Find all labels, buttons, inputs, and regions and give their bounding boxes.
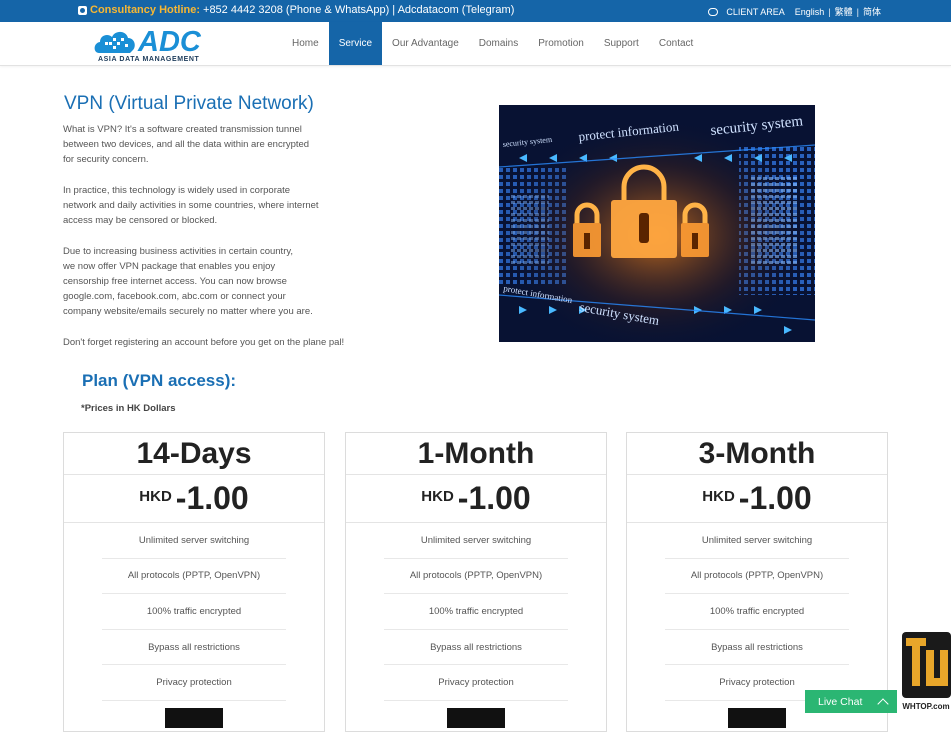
- intro-paragraph: Due to increasing business activities in…: [63, 244, 353, 320]
- intro-line: network and daily activities in some cou…: [63, 200, 319, 211]
- plan-price: HKD -1.00: [346, 475, 606, 523]
- main-navbar: ADC ASIA DATA MANAGEMENT Home Service Ou…: [0, 22, 951, 66]
- plan-name: 3-Month: [627, 433, 887, 475]
- price-amount: -1.00: [457, 480, 531, 516]
- intro-text: What is VPN? It's a software created tra…: [63, 122, 353, 365]
- nav-home[interactable]: Home: [282, 22, 329, 65]
- client-area-link[interactable]: CLIENT AREA: [726, 7, 784, 17]
- intro-line: Don't forget registering an account befo…: [63, 336, 345, 348]
- nav-domains[interactable]: Domains: [469, 22, 528, 65]
- price-currency: HKD: [139, 488, 172, 505]
- lang-traditional-chinese[interactable]: 繁體: [835, 5, 853, 18]
- lang-simplified-chinese[interactable]: 简体: [863, 5, 881, 18]
- plan-feature: Unlimited server switching: [665, 523, 849, 559]
- plan-feature: 100% traffic encrypted: [665, 594, 849, 630]
- logo-wordmark: ADC: [138, 26, 201, 58]
- hotline-label: Consultancy Hotline:: [90, 4, 201, 16]
- plan-name: 1-Month: [346, 433, 606, 475]
- nav-contact[interactable]: Contact: [649, 22, 703, 65]
- live-chat-button[interactable]: Live Chat: [805, 690, 897, 713]
- chat-bubble-icon: [708, 7, 719, 16]
- plan-feature: Privacy protection: [384, 665, 568, 701]
- nav-promotion[interactable]: Promotion: [528, 22, 594, 65]
- live-chat-label: Live Chat: [818, 695, 863, 708]
- intro-line: google.com, facebook.com, abc.com or con…: [63, 291, 286, 303]
- hotline-text: +852 4442 3208 (Phone & WhatsApp) | Adcd…: [203, 4, 515, 16]
- logo-tagline: ASIA DATA MANAGEMENT: [98, 56, 200, 63]
- top-bar: Consultancy Hotline: +852 4442 3208 (Pho…: [0, 0, 951, 22]
- lang-english[interactable]: English: [795, 7, 825, 17]
- price-currency: HKD: [421, 488, 454, 505]
- top-bar-links: CLIENT AREA English | 繁體 | 简体: [708, 5, 881, 18]
- chevron-up-icon: [877, 697, 889, 710]
- order-button[interactable]: [728, 708, 786, 728]
- intro-line: Due to increasing business activities in…: [63, 245, 294, 257]
- plan-feature: All protocols (PPTP, OpenVPN): [665, 559, 849, 595]
- plan-card-14-days: 14-Days HKD -1.00 Unlimited server switc…: [63, 432, 325, 732]
- plan-feature: 100% traffic encrypted: [384, 594, 568, 630]
- order-button[interactable]: [165, 708, 223, 728]
- plan-price: HKD -1.00: [64, 475, 324, 523]
- plan-feature: Unlimited server switching: [102, 523, 286, 559]
- price-currency: HKD: [702, 488, 735, 505]
- plan-feature: Bypass all restrictions: [102, 630, 286, 666]
- watermark-text: WHTOP.com: [902, 702, 949, 711]
- plan-feature: Bypass all restrictions: [665, 630, 849, 666]
- padlock-illustration: protect information security system secu…: [499, 105, 815, 342]
- nav-support[interactable]: Support: [594, 22, 649, 65]
- intro-paragraph: In practice, this technology is widely u…: [63, 183, 353, 229]
- intro-line: between two devices, and all the data wi…: [63, 139, 310, 151]
- hotline: Consultancy Hotline: +852 4442 3208 (Pho…: [78, 4, 514, 16]
- prices-note: *Prices in HK Dollars: [81, 403, 176, 414]
- nav-service[interactable]: Service: [328, 22, 383, 65]
- page-title: VPN (Virtual Private Network): [64, 93, 314, 114]
- plan-feature: Privacy protection: [102, 665, 286, 701]
- price-amount: -1.00: [738, 480, 812, 516]
- intro-line: access may be censored or blocked.: [63, 215, 218, 227]
- intro-line: we now offer VPN package that enables yo…: [63, 260, 276, 272]
- intro-line: censorship free internet access. You can…: [63, 276, 287, 287]
- plan-feature: All protocols (PPTP, OpenVPN): [384, 559, 568, 595]
- site-logo[interactable]: ADC ASIA DATA MANAGEMENT: [93, 26, 213, 65]
- plan-feature: 100% traffic encrypted: [102, 594, 286, 630]
- intro-line: for security concern.: [63, 154, 149, 166]
- phone-icon: [78, 5, 87, 15]
- plan-card-1-month: 1-Month HKD -1.00 Unlimited server switc…: [345, 432, 607, 732]
- intro-paragraph: Don't forget registering an account befo…: [63, 335, 353, 350]
- nav-menu: Home Service Our Advantage Domains Promo…: [282, 22, 703, 65]
- plan-name: 14-Days: [64, 433, 324, 475]
- vpn-security-image: protect information security system secu…: [499, 105, 815, 342]
- cloud-logo-icon: [94, 31, 135, 53]
- plan-price: HKD -1.00: [627, 475, 887, 523]
- intro-line: What is VPN? It's a software created tra…: [63, 124, 302, 135]
- intro-line: In practice, this technology is widely u…: [63, 184, 291, 196]
- plan-feature: Bypass all restrictions: [384, 630, 568, 666]
- plan-card-3-month: 3-Month HKD -1.00 Unlimited server switc…: [626, 432, 888, 732]
- nav-our-advantage[interactable]: Our Advantage: [382, 22, 469, 65]
- plan-section-title: Plan (VPN access):: [82, 371, 237, 390]
- plan-feature: All protocols (PPTP, OpenVPN): [102, 559, 286, 595]
- price-amount: -1.00: [175, 480, 249, 516]
- intro-paragraph: What is VPN? It's a software created tra…: [63, 122, 353, 168]
- whtop-watermark-logo: WHTOP.com: [902, 632, 951, 711]
- intro-line: company website/emails securely no matte…: [63, 306, 313, 318]
- order-button[interactable]: [447, 708, 505, 728]
- plan-feature: Unlimited server switching: [384, 523, 568, 559]
